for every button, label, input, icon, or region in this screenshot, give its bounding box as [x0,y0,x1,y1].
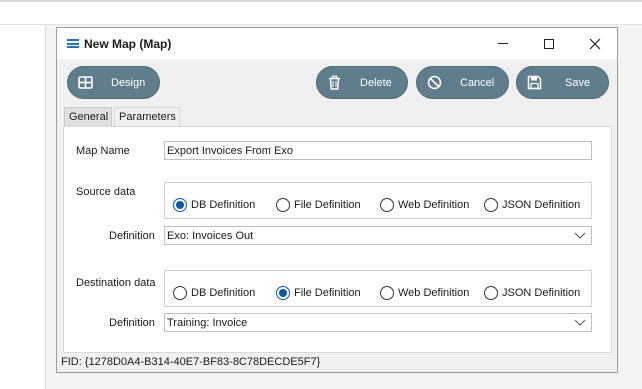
destination-radio-db-definition[interactable]: DB Definition [173,286,255,300]
source-data-group: DB Definition File Definition Web Defini… [164,182,592,219]
destination-definition-value: Training: Invoice [167,317,248,329]
source-definition-select[interactable]: Exo: Invoices Out [164,226,592,245]
destination-radio-json-label: JSON Definition [502,287,581,299]
source-definition-label: Definition [109,230,155,242]
chevron-down-icon [574,232,586,239]
destination-radio-web-label: Web Definition [398,287,470,299]
destination-radio-json-definition[interactable]: JSON Definition [484,286,580,300]
destination-radio-file-definition[interactable]: File Definition [276,286,361,300]
radio-unselected-icon [380,286,394,300]
radio-unselected-icon [380,198,394,212]
destination-data-group: DB Definition File Definition Web Defini… [164,270,592,307]
window-title: New Map (Map) [84,37,172,51]
delete-button[interactable]: Delete [316,66,408,99]
chevron-down-icon [574,319,586,326]
floppy-disk-icon [527,75,542,90]
radio-unselected-icon [276,198,290,212]
tab-parameters[interactable]: Parameters [114,107,180,126]
save-button[interactable]: Save [516,66,609,99]
source-radio-json-definition[interactable]: JSON Definition [484,198,580,212]
source-radio-web-definition[interactable]: Web Definition [380,198,469,212]
destination-radio-db-label: DB Definition [191,287,256,299]
source-radio-web-label: Web Definition [398,199,470,211]
radio-unselected-icon [484,286,498,300]
destination-radio-web-definition[interactable]: Web Definition [380,286,469,300]
cancel-button[interactable]: Cancel [416,66,509,99]
source-radio-file-definition[interactable]: File Definition [276,198,361,212]
radio-unselected-icon [173,286,187,300]
destination-definition-select[interactable]: Training: Invoice [164,313,592,332]
app-left-pane [0,25,46,389]
grid-layout-icon [78,76,93,89]
delete-button-label: Delete [360,77,392,89]
source-radio-db-definition[interactable]: DB Definition [173,198,255,212]
source-radio-file-label: File Definition [294,199,361,211]
maximize-icon [544,38,554,49]
source-radio-db-label: DB Definition [191,199,256,211]
destination-radio-file-label: File Definition [294,287,361,299]
radio-unselected-icon [484,198,498,212]
trash-icon [329,75,340,90]
cancel-circle-icon [427,75,442,90]
save-button-label: Save [565,77,591,89]
cancel-button-label: Cancel [460,77,495,89]
map-name-label: Map Name [76,145,130,157]
design-button-label: Design [111,77,146,89]
destination-definition-label: Definition [109,317,155,329]
title-bar[interactable]: New Map (Map) [57,28,617,59]
new-map-dialog: New Map (Map) Design Delete Cancel Save … [56,27,618,373]
menu-lines-icon [67,39,79,48]
source-definition-value: Exo: Invoices Out [167,230,254,242]
general-tab-panel: Map Name Export Invoices From Exo Source… [63,126,612,353]
minimize-icon [498,43,508,44]
tab-general[interactable]: General [64,107,112,126]
fid-status-text: FID: {1278D0A4-B314-40E7-BF83-8C78DECDE5… [61,356,321,368]
app-top-strip [0,0,642,2]
close-button[interactable] [572,28,618,59]
radio-selected-icon [173,198,187,212]
maximize-button[interactable] [526,28,572,59]
destination-data-label: Destination data [76,277,156,289]
minimize-button[interactable] [480,28,526,59]
design-button[interactable]: Design [67,66,160,99]
map-name-input[interactable]: Export Invoices From Exo [164,141,592,160]
source-data-label: Source data [76,186,136,198]
source-radio-json-label: JSON Definition [502,199,581,211]
close-icon [589,38,601,49]
radio-selected-icon [276,286,290,300]
